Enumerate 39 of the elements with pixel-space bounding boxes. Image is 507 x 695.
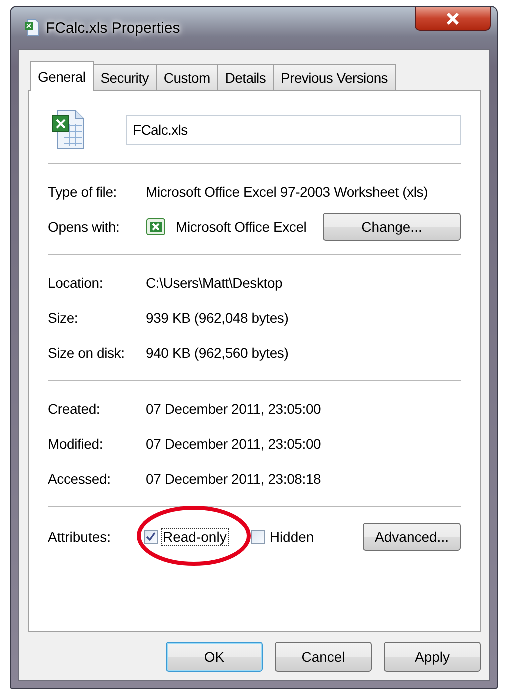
- property-label: Created:: [48, 400, 102, 416]
- checkbox[interactable]: [250, 530, 265, 544]
- property-value: 939 KB (962,048 bytes): [146, 310, 289, 326]
- tab[interactable]: Details: [217, 64, 274, 90]
- tab[interactable]: General: [30, 61, 94, 91]
- property-value: C:\Users\Matt\Desktop: [146, 274, 283, 290]
- property-label: Modified:: [48, 436, 104, 452]
- dialog-button[interactable]: OK: [166, 642, 263, 672]
- property-value: 07 December 2011, 23:05:00: [146, 436, 322, 452]
- attributes-label: Attributes:: [48, 529, 112, 545]
- tab[interactable]: Security: [92, 64, 157, 90]
- spreadsheet-file-icon: [24, 19, 40, 37]
- dialog-button[interactable]: Cancel: [275, 642, 372, 672]
- property-value: Microsoft Office Excel: [176, 218, 307, 234]
- checkbox-label[interactable]: Read-only: [161, 528, 229, 546]
- tab[interactable]: Custom: [156, 64, 218, 90]
- window-title: FCalc.xls Properties: [46, 20, 180, 36]
- spreadsheet-file-icon: [52, 110, 86, 150]
- property-value: 07 December 2011, 23:05:00: [146, 400, 322, 416]
- property-label: Location:: [48, 274, 104, 290]
- property-label: Accessed:: [48, 470, 112, 486]
- checkbox[interactable]: [144, 530, 158, 544]
- file-name-field[interactable]: FCalc.xls: [126, 115, 461, 145]
- spreadsheet-app-icon: [146, 216, 166, 236]
- advanced-button[interactable]: Advanced...: [363, 523, 461, 551]
- check-icon: [146, 532, 156, 542]
- change-button[interactable]: Change...: [323, 212, 461, 240]
- property-label: Size:: [48, 310, 80, 326]
- property-label: Type of file:: [48, 184, 118, 200]
- property-value: 07 December 2011, 23:08:18: [146, 470, 322, 486]
- checkbox-label[interactable]: Hidden: [268, 528, 316, 546]
- dialog-button[interactable]: Apply: [384, 642, 481, 672]
- property-value: Microsoft Office Excel 97-2003 Worksheet (xls): [146, 184, 428, 200]
- property-value: 940 KB (962,560 bytes): [146, 344, 289, 360]
- close-icon: [446, 12, 460, 24]
- close-button[interactable]: [415, 7, 491, 31]
- property-label: Size on disk:: [48, 344, 126, 360]
- property-label: Opens with:: [48, 218, 121, 234]
- tab[interactable]: Previous Versions: [273, 64, 396, 90]
